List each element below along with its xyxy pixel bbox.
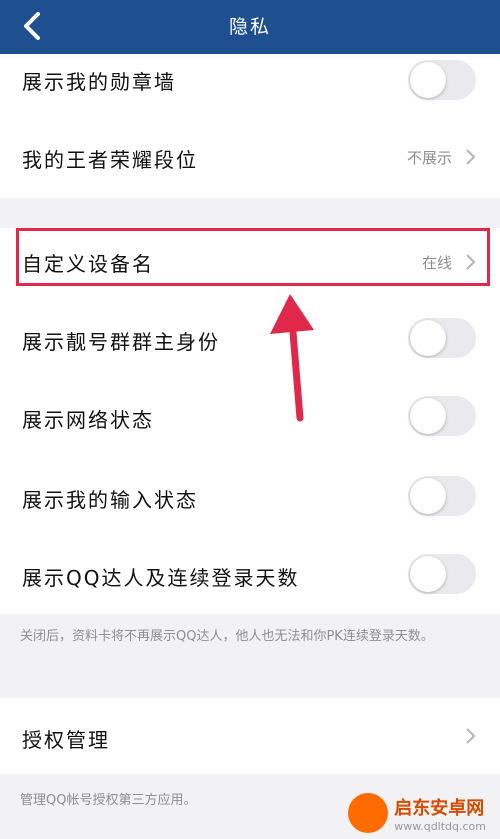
watermark-url: www.qdltdq.com	[394, 819, 486, 833]
nav-header: 隐私	[0, 0, 500, 54]
watermark: 启东安卓网 www.qdltdq.com	[348, 793, 486, 833]
row-label: 我的王者荣耀段位	[22, 148, 198, 172]
toggle-knob	[410, 478, 446, 514]
chevron-right-icon	[466, 728, 476, 744]
page-title: 隐私	[228, 16, 271, 38]
row-label: 展示网络状态	[22, 408, 154, 432]
toggle-knob	[410, 556, 446, 592]
row-label: 授权管理	[22, 728, 110, 752]
row-label: 展示我的勋章墙	[22, 70, 176, 94]
row-typing-status[interactable]: 展示我的输入状态	[0, 456, 500, 534]
toggle-knob	[410, 62, 446, 98]
chevron-right-icon	[466, 149, 476, 165]
row-label: 展示QQ达人及连续登录天数	[22, 566, 300, 590]
toggle-knob	[410, 320, 446, 356]
row-value: 不展示	[406, 149, 452, 167]
qq-master-toggle[interactable]	[408, 554, 476, 594]
row-group-owner[interactable]: 展示靓号群群主身份	[0, 296, 500, 378]
row-auth-management[interactable]: 授权管理	[0, 698, 500, 774]
watermark-logo-icon	[348, 793, 389, 833]
annotation-arrow-icon	[270, 294, 314, 422]
row-label: 展示靓号群群主身份	[22, 330, 220, 354]
typing-status-toggle[interactable]	[408, 476, 476, 516]
row-medal-wall[interactable]: 展示我的勋章墙	[0, 54, 500, 118]
network-status-toggle[interactable]	[408, 396, 476, 436]
qq-master-note: 关闭后，资料卡将不再展示QQ达人，他人也无法和你PK连续登录天数。	[20, 629, 434, 644]
medal-wall-toggle[interactable]	[408, 60, 476, 100]
watermark-name: 启东安卓网	[394, 797, 485, 819]
row-qq-master[interactable]: 展示QQ达人及连续登录天数	[0, 534, 500, 614]
row-label: 展示我的输入状态	[22, 488, 198, 512]
row-king-rank[interactable]: 我的王者荣耀段位 不展示	[0, 118, 500, 198]
group-owner-toggle[interactable]	[408, 318, 476, 358]
section-gap	[0, 198, 500, 228]
highlight-box	[16, 228, 490, 286]
row-network-status[interactable]: 展示网络状态	[0, 378, 500, 456]
toggle-knob	[410, 398, 446, 434]
